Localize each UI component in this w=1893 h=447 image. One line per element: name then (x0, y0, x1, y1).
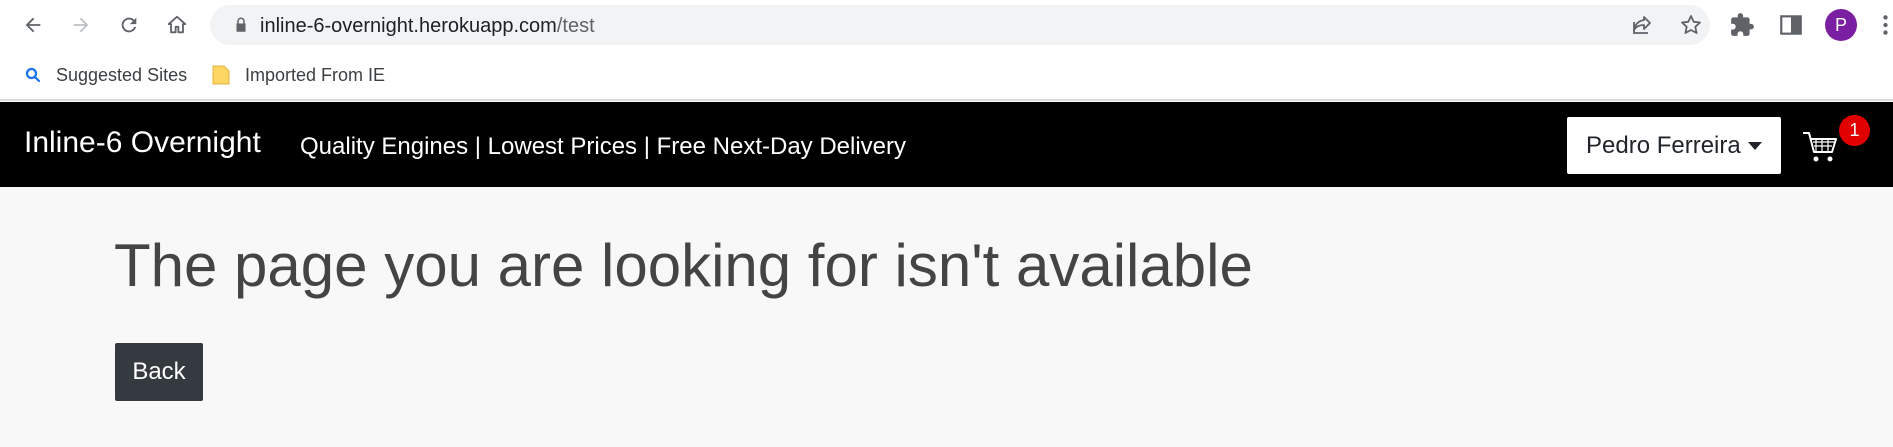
bookmark-star-icon[interactable] (1679, 13, 1703, 37)
side-panel-icon[interactable] (1778, 12, 1804, 38)
bookmark-suggested-sites[interactable]: Suggested Sites (24, 60, 187, 90)
caret-down-icon (1748, 142, 1762, 150)
url-host: inline-6-overnight.herokuapp.com (260, 15, 557, 37)
user-menu-dropdown[interactable]: Pedro Ferreira (1567, 117, 1781, 174)
arrow-right-icon (73, 17, 89, 33)
forward-arrow-button[interactable] (64, 8, 98, 42)
main-content: The page you are looking for isn't avail… (0, 187, 1893, 447)
lock-icon (236, 17, 246, 32)
extensions-icon[interactable] (1729, 12, 1755, 38)
browser-toolbar: inline-6-overnight.herokuapp.com/test P (0, 0, 1893, 50)
bookmarks-bar: Suggested Sites Imported From IE (0, 50, 1893, 101)
url-path: /test (556, 15, 595, 37)
url-text: inline-6-overnight.herokuapp.com/test (260, 15, 595, 38)
more-menu-icon[interactable] (1878, 12, 1893, 38)
folder-icon (212, 65, 230, 85)
reload-icon (121, 17, 137, 33)
home-button[interactable] (160, 8, 194, 42)
reload-button[interactable] (112, 8, 146, 42)
back-arrow-button[interactable] (16, 8, 50, 42)
share-icon[interactable] (1630, 13, 1654, 37)
shopping-cart-icon[interactable] (1802, 130, 1838, 164)
arrow-left-icon (25, 17, 41, 33)
profile-avatar[interactable]: P (1825, 9, 1857, 41)
site-navbar: Inline-6 Overnight Quality Engines | Low… (0, 102, 1893, 187)
brand-link[interactable]: Inline-6 Overnight (24, 126, 261, 160)
address-bar[interactable]: inline-6-overnight.herokuapp.com/test (210, 5, 1710, 45)
home-icon (167, 15, 187, 34)
page-title: The page you are looking for isn't avail… (114, 232, 1253, 299)
bookmark-label: Imported From IE (245, 64, 386, 85)
bookmark-imported-from-ie[interactable]: Imported From IE (211, 60, 385, 90)
search-icon (25, 67, 41, 83)
cart-count-badge: 1 (1839, 115, 1870, 146)
user-name: Pedro Ferreira (1586, 131, 1741, 159)
bookmark-label: Suggested Sites (56, 64, 188, 85)
back-button[interactable]: Back (115, 343, 203, 401)
tagline: Quality Engines | Lowest Prices | Free N… (300, 133, 907, 160)
